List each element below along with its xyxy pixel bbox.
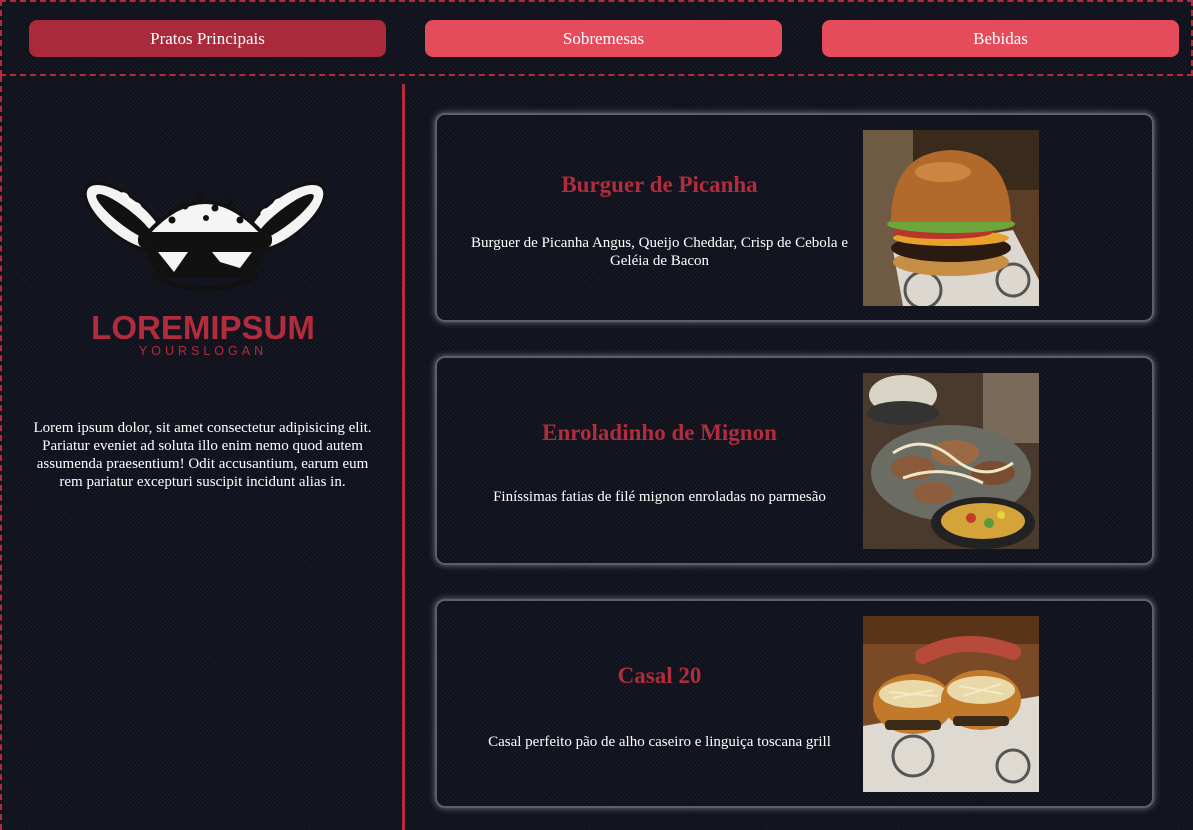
logo-slogan: YOURSLOGAN (139, 344, 267, 358)
tab-sobremesas[interactable]: Sobremesas (425, 20, 782, 57)
burger-icon (138, 194, 272, 292)
logo-text: LOREMIPSUM (91, 309, 315, 346)
brand-logo: LOREMIPSUM YOURSLOGAN (83, 182, 327, 358)
tab-bebidas[interactable]: Bebidas (822, 20, 1179, 57)
menu-item-description: Casal perfeito pão de alho caseiro e lin… (488, 734, 831, 750)
column-divider (402, 84, 405, 830)
menu-item-title: Burguer de Picanha (561, 172, 758, 197)
menu-item-title: Casal 20 (617, 663, 702, 688)
tab-pratos-principais[interactable]: Pratos Principais (29, 20, 386, 57)
menu-card-casal-20[interactable]: Casal 20 Casal perfeito pão de alho case… (435, 599, 1154, 808)
mignon-photo (863, 373, 1039, 549)
menu-item-title: Enroladinho de Mignon (542, 420, 777, 445)
casal-20-photo (863, 616, 1039, 792)
menu-item-description: Finíssimas fatias de filé mignon enrolad… (493, 489, 826, 505)
menu-item-description: Burguer de Picanha Angus, Queijo Cheddar… (471, 235, 848, 269)
menu-card-burguer-de-picanha[interactable]: Burguer de Picanha Burguer de Picanha An… (435, 113, 1154, 322)
menu-card-enroladinho-de-mignon[interactable]: Enroladinho de Mignon Finíssimas fatias … (435, 356, 1154, 565)
about-text: Lorem ipsum dolor, sit amet consectetur … (33, 420, 372, 490)
burger-photo (863, 130, 1039, 306)
sidebar-border (0, 76, 2, 830)
